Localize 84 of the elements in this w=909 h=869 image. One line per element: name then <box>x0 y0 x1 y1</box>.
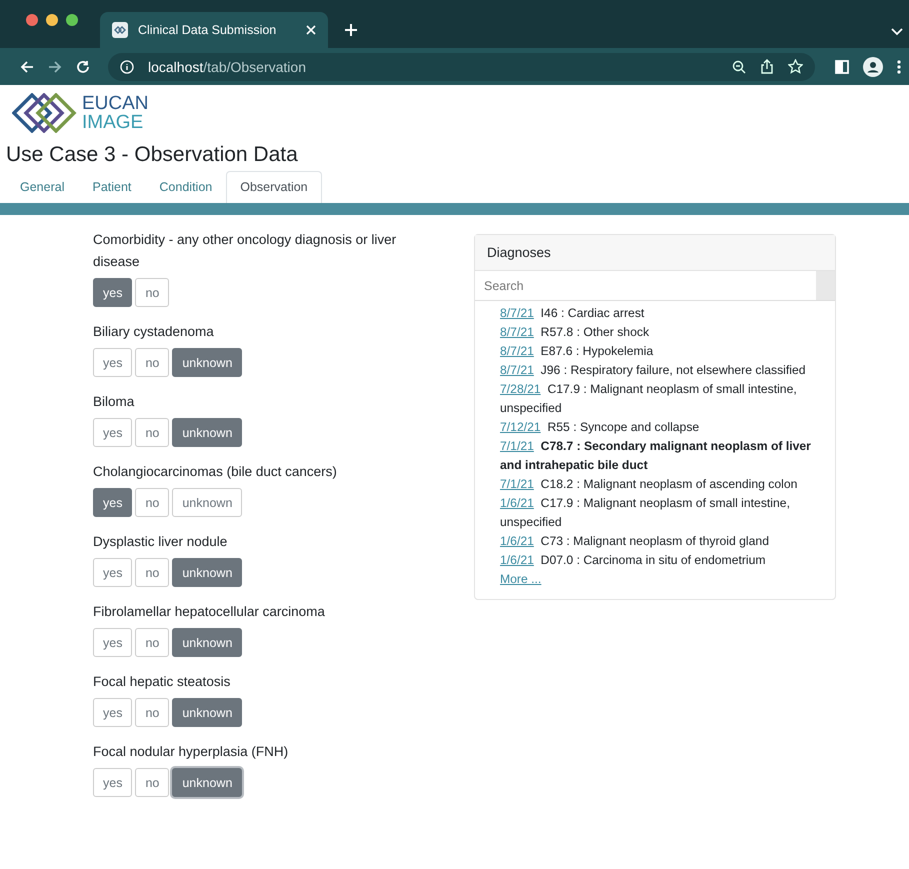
close-window-icon[interactable] <box>26 14 38 26</box>
nav-tab[interactable]: Observation <box>226 171 322 203</box>
logo-text: IMAGE <box>82 113 144 132</box>
card-title: Diagnoses <box>475 235 835 271</box>
option-button[interactable]: unknown <box>172 348 242 377</box>
date-link[interactable]: 1/6/21 <box>500 534 534 548</box>
page-heading: Use Case 3 - Observation Data <box>6 143 299 167</box>
option-button[interactable]: unknown <box>172 488 242 517</box>
option-button[interactable]: no <box>135 558 170 587</box>
diagnosis-entry: 7/28/21 C17.9 : Malignant neoplasm of small intestine, unspecified <box>500 381 798 417</box>
menu-icon[interactable] <box>897 60 901 74</box>
option-button[interactable]: yes <box>93 348 132 377</box>
diagnosis-entry: 8/7/21 I46 : Cardiac arrest <box>500 305 646 322</box>
option-button[interactable]: yes <box>93 698 132 727</box>
nav-tab[interactable]: Patient <box>78 171 146 203</box>
option-button[interactable]: yes <box>93 488 132 517</box>
option-button[interactable]: unknown <box>172 628 242 657</box>
minimize-window-icon[interactable] <box>46 14 58 26</box>
option-button[interactable]: no <box>135 488 170 517</box>
option-button[interactable]: no <box>135 768 170 797</box>
question-label: Biloma <box>93 393 136 411</box>
date-link[interactable]: 1/6/21 <box>500 496 534 510</box>
option-button[interactable]: unknown <box>172 418 242 447</box>
logo-text: EUCAN <box>82 94 149 113</box>
date-link[interactable]: 1/6/21 <box>500 553 534 567</box>
option-button[interactable]: yes <box>93 768 132 797</box>
share-icon[interactable] <box>760 59 774 74</box>
option-button[interactable]: unknown <box>172 698 242 727</box>
option-button[interactable]: yes <box>93 418 132 447</box>
info-icon <box>120 60 134 74</box>
more-link[interactable]: More ... <box>500 570 542 589</box>
reload-icon[interactable] <box>76 60 90 74</box>
diagnosis-entry: 8/7/21 R57.8 : Other shock <box>500 324 650 341</box>
zoom-out-icon[interactable] <box>732 60 746 74</box>
date-link[interactable]: 7/1/21 <box>500 477 534 491</box>
nav-tab[interactable]: Condition <box>145 171 226 203</box>
nav-tab[interactable]: General <box>6 171 78 203</box>
new-tab-icon[interactable] <box>344 23 358 37</box>
maximize-window-icon[interactable] <box>66 14 78 26</box>
date-link[interactable]: 7/1/21 <box>500 439 534 453</box>
question-label: Focal hepatic steatosis <box>93 673 232 691</box>
back-icon[interactable] <box>20 60 34 74</box>
diagnosis-entry: 8/7/21 E87.6 : Hypokelemia <box>500 343 654 360</box>
logo-icon <box>12 93 78 133</box>
url-text: localhost/tab/Observation <box>148 58 306 74</box>
side-panel-icon[interactable] <box>835 60 849 74</box>
option-button[interactable]: yes <box>93 558 132 587</box>
star-icon[interactable] <box>788 59 803 74</box>
diagnosis-entry: 1/6/21 C17.9 : Malignant neoplasm of small intestine, unspecified <box>500 495 791 531</box>
option-button[interactable]: unknown <box>172 558 242 587</box>
option-button[interactable]: no <box>135 418 170 447</box>
option-button[interactable]: no <box>135 348 170 377</box>
favicon-icon <box>112 22 128 38</box>
option-button[interactable]: yes <box>93 628 132 657</box>
diagnosis-entry: 8/7/21 J96 : Respiratory failure, not elsewhere classified <box>500 362 807 379</box>
option-button[interactable]: no <box>135 628 170 657</box>
question-label: Focal nodular hyperplasia (FNH) <box>93 743 290 761</box>
diagnosis-entry: 1/6/21 D07.0 : Carcinoma in situ of endometrium <box>500 552 767 569</box>
date-link[interactable]: 8/7/21 <box>500 344 534 358</box>
browser-tab[interactable]: Clinical Data Submission <box>100 12 328 48</box>
option-button[interactable]: yes <box>93 278 132 307</box>
question-label: Comorbidity - any other oncology diagnosis or liver disease <box>93 231 398 271</box>
diagnosis-entry: 1/6/21 C73 : Malignant neoplasm of thyroid gland <box>500 533 770 550</box>
date-link[interactable]: 7/28/21 <box>500 382 541 396</box>
date-link[interactable]: 8/7/21 <box>500 363 534 377</box>
option-button[interactable]: unknown <box>172 768 242 797</box>
option-button[interactable]: no <box>135 278 170 307</box>
question-label: Cholangiocarcinomas (bile duct cancers) <box>93 463 338 481</box>
profile-icon[interactable] <box>863 56 883 76</box>
diagnosis-entry: 7/12/21 R55 : Syncope and collapse <box>500 419 700 436</box>
date-link[interactable]: 7/12/21 <box>500 420 541 434</box>
option-button[interactable]: no <box>135 698 170 727</box>
address-bar[interactable]: localhost/tab/Observation <box>108 52 815 80</box>
date-link[interactable]: 8/7/21 <box>500 306 534 320</box>
date-link[interactable]: 8/7/21 <box>500 325 534 339</box>
close-tab-icon[interactable] <box>306 25 316 35</box>
forward-icon[interactable] <box>48 60 62 74</box>
question-label: Fibrolamellar hepatocellular carcinoma <box>93 603 326 621</box>
chevron-down-icon[interactable] <box>891 28 903 36</box>
diagnosis-entry: 7/1/21 C78.7 : Secondary malignant neoplasm of liver and intrahepatic bile duct <box>500 438 812 474</box>
diagnosis-entry: 7/1/21 C18.2 : Malignant neoplasm of ascending colon <box>500 476 798 493</box>
question-label: Biliary cystadenoma <box>93 323 215 341</box>
question-label: Dysplastic liver nodule <box>93 533 228 551</box>
tab-title: Clinical Data Submission <box>138 23 278 37</box>
